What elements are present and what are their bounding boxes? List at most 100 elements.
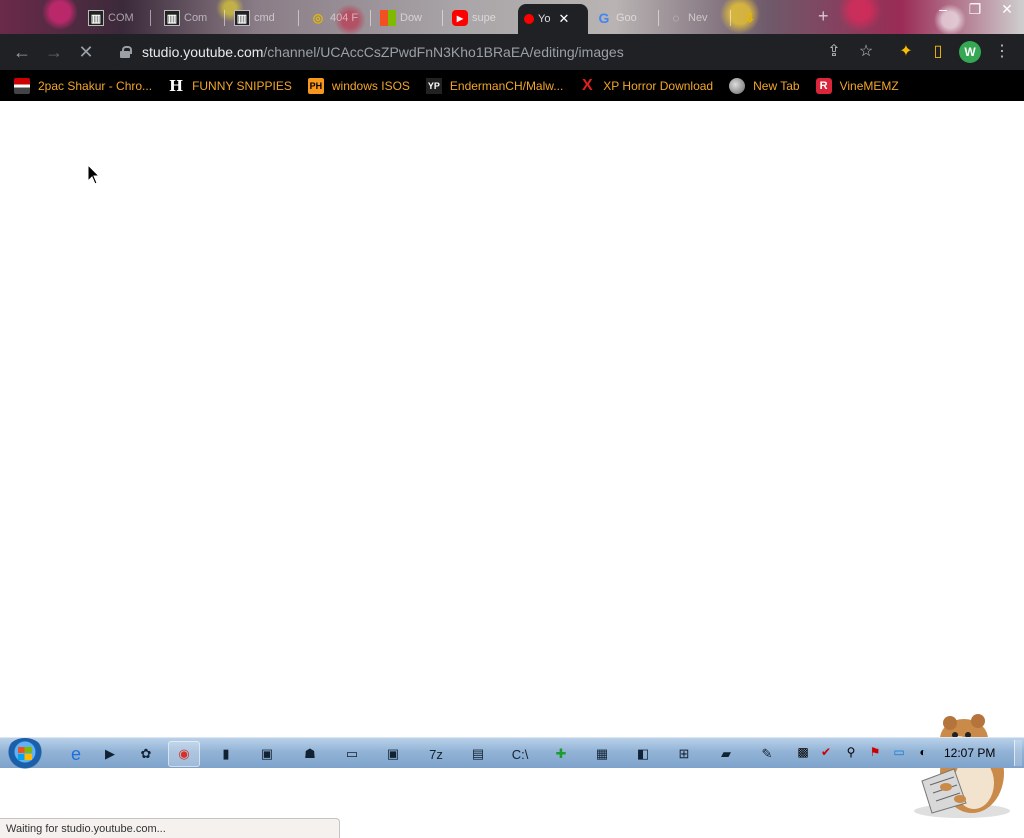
status-bubble: Waiting for studio.youtube.com...	[0, 818, 340, 838]
new-tab-button[interactable]: +	[818, 6, 829, 27]
paint-icon[interactable]: ✎	[751, 741, 783, 767]
restore-button[interactable]: ❐	[966, 1, 984, 18]
side-panel-icon[interactable]: ▯	[927, 42, 949, 62]
chrome-icon[interactable]: ◉	[168, 741, 200, 767]
bookmark-item[interactable]: YP EndermanCH/Malw...	[425, 77, 564, 94]
start-button[interactable]	[6, 738, 44, 769]
bookmark-item[interactable]: R VineMEMZ	[815, 77, 899, 94]
browser-tab[interactable]: ▥ COM	[82, 6, 146, 30]
extensions-icon[interactable]: ✦	[895, 42, 917, 62]
forward-button[interactable]: →	[44, 42, 64, 62]
h-icon: H	[168, 76, 184, 95]
globe-icon: ◌	[672, 11, 680, 25]
clock[interactable]: 12:07 PM	[944, 746, 995, 760]
bookmarks-bar: 2pac Shakur - Chro... H FUNNY SNIPPIES PH wi…	[0, 70, 1024, 101]
archive-icon: ▥	[234, 10, 250, 26]
browser-tab[interactable]: ▥ Com	[158, 6, 220, 30]
globe-icon	[729, 77, 746, 94]
tab-title: COM	[108, 12, 134, 24]
app-icon-2[interactable]: ▣	[251, 741, 283, 767]
app-icon-5[interactable]: ▣	[377, 741, 409, 767]
browser-tab[interactable]: ▥ cmd	[228, 6, 294, 30]
bookmark-label: XP Horror Download	[603, 78, 714, 93]
google-icon: G	[598, 10, 610, 26]
profile-avatar[interactable]: W	[959, 41, 981, 63]
r-icon: R	[815, 77, 832, 94]
bookmark-item[interactable]: 2pac Shakur - Chro...	[14, 77, 153, 94]
cmd-icon[interactable]: C:\	[504, 741, 536, 767]
youtube-icon: ▶	[452, 10, 468, 26]
app-icon-4[interactable]: ▭	[336, 741, 368, 767]
archive-icon: ▥	[164, 10, 180, 26]
browser-tab[interactable]: G Goo	[590, 6, 654, 30]
url-text[interactable]: studio.youtube.com/channel/UCAccCsZPwdFn…	[142, 44, 624, 60]
address-bar[interactable]: studio.youtube.com/channel/UCAccCsZPwdFn…	[108, 38, 888, 66]
tab-title: Com	[184, 12, 208, 24]
youtube-studio-icon	[524, 14, 534, 24]
app-icon-1[interactable]: ▮	[210, 741, 242, 767]
x-icon: X	[581, 76, 593, 94]
archive-icon: ▥	[88, 10, 104, 26]
browser-tab[interactable]: ▶ supe	[446, 6, 508, 30]
tab-title: Yo	[538, 13, 551, 25]
tab-separator	[370, 10, 371, 26]
browser-tab[interactable]: ⇩	[736, 6, 796, 30]
tab-title: Dow	[400, 12, 423, 24]
bookmark-item[interactable]: H FUNNY SNIPPIES	[168, 76, 292, 95]
bookmark-item[interactable]: New Tab	[729, 77, 800, 94]
minimize-button[interactable]: –	[934, 1, 952, 17]
close-tab-icon[interactable]: ✕	[558, 11, 569, 27]
ph-icon: PH	[307, 77, 324, 94]
status-text: Waiting for studio.youtube.com...	[6, 822, 166, 835]
show-desktop-button[interactable]	[1014, 740, 1022, 766]
green-app-icon[interactable]: ✚	[545, 741, 577, 767]
flag-icon[interactable]: ⚑	[867, 744, 883, 760]
tab-separator	[442, 10, 443, 26]
download-icon: ⇩	[744, 11, 756, 25]
url-path: /channel/UCAccCsZPwdFnN3Kho1BRaEA/editin…	[263, 44, 624, 60]
bookmark-label: windows ISOS	[331, 78, 410, 93]
bookmark-label: EndermanCH/Malw...	[449, 78, 564, 93]
tab-title: cmd	[254, 12, 275, 24]
firefox-like-icon[interactable]: ✿	[130, 741, 162, 767]
internet-explorer-icon[interactable]: e	[60, 741, 92, 767]
bookmark-label: VineMEMZ	[839, 78, 899, 93]
bookmark-item[interactable]: PH windows ISOS	[307, 77, 410, 94]
back-button[interactable]: ←	[12, 42, 32, 62]
tray-search-icon[interactable]: ⚲	[843, 744, 859, 760]
browser-tab[interactable]: ◌ Nev	[662, 6, 726, 30]
network-icon[interactable]: ⊞	[668, 741, 700, 767]
browser-tab[interactable]: ◎ 404 F	[304, 6, 366, 30]
bookmark-item[interactable]: X XP Horror Download	[579, 76, 714, 94]
monitor-icon[interactable]: ▭	[891, 744, 907, 760]
tray-icon-1[interactable]: ▩	[795, 744, 811, 760]
bookmark-star-icon[interactable]: ☆	[855, 42, 877, 62]
lock-icon[interactable]	[120, 46, 132, 58]
folder-icon[interactable]: ▰	[710, 741, 742, 767]
bookmark-label: 2pac Shakur - Chro...	[38, 78, 153, 93]
app-icon-3[interactable]: ☗	[294, 741, 326, 767]
share-icon[interactable]: ⇪	[823, 42, 845, 62]
notepad-icon[interactable]: ▤	[462, 741, 494, 767]
taskbar: e ▶ ✿ ◉ ▮ ▣ ☗ ▭ ▣ 7z ▤ C:\ ✚ ▦ ◧ ⊞ ▰ ✎ ▩ ✔ ⚲ ⚑ ▭ ◐ 12:07 PM	[0, 737, 1024, 769]
tab-title: supe	[472, 12, 496, 24]
tab-strip: ▥ COM ▥ Com ▥ cmd ◎ 404 F Dow ▶ supe Yo ✕ G Goo ◌ Nev ⇩ +…	[0, 0, 1024, 34]
tab-separator	[298, 10, 299, 26]
volume-icon[interactable]: ◐	[915, 744, 931, 760]
browser-tab[interactable]: Dow	[374, 6, 438, 30]
gold-icon: ◎	[312, 11, 324, 25]
tab-separator	[224, 10, 225, 26]
page-content: Waiting for studio.youtube.com...	[0, 101, 1024, 838]
browser-menu-icon[interactable]: ⋮	[991, 42, 1013, 62]
browser-tab[interactable]: Yo ✕	[518, 4, 588, 34]
stop-loading-button[interactable]: ✕	[76, 42, 96, 62]
tab-title: Nev	[688, 12, 708, 24]
bookmark-label: New Tab	[753, 78, 800, 93]
pac-icon	[14, 77, 30, 94]
tray-check-icon[interactable]: ✔	[818, 744, 834, 760]
7zip-icon[interactable]: 7z	[420, 741, 452, 767]
window-app-icon[interactable]: ◧	[627, 741, 659, 767]
close-window-button[interactable]: ✕	[998, 1, 1016, 18]
media-player-icon[interactable]: ▶	[94, 741, 126, 767]
clipboard-icon[interactable]: ▦	[586, 741, 618, 767]
